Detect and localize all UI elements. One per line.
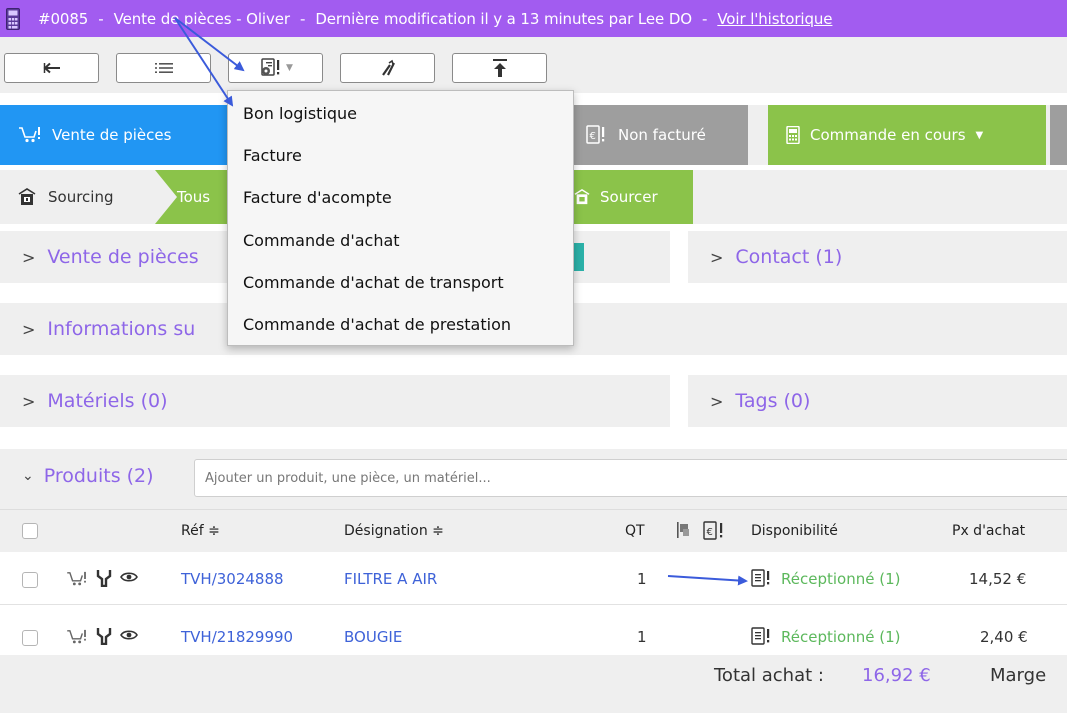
annotation-arrows	[174, 17, 748, 586]
annotation-arrow	[667, 575, 748, 586]
annotation-arrow	[174, 17, 245, 72]
annotation-arrow	[174, 17, 234, 107]
